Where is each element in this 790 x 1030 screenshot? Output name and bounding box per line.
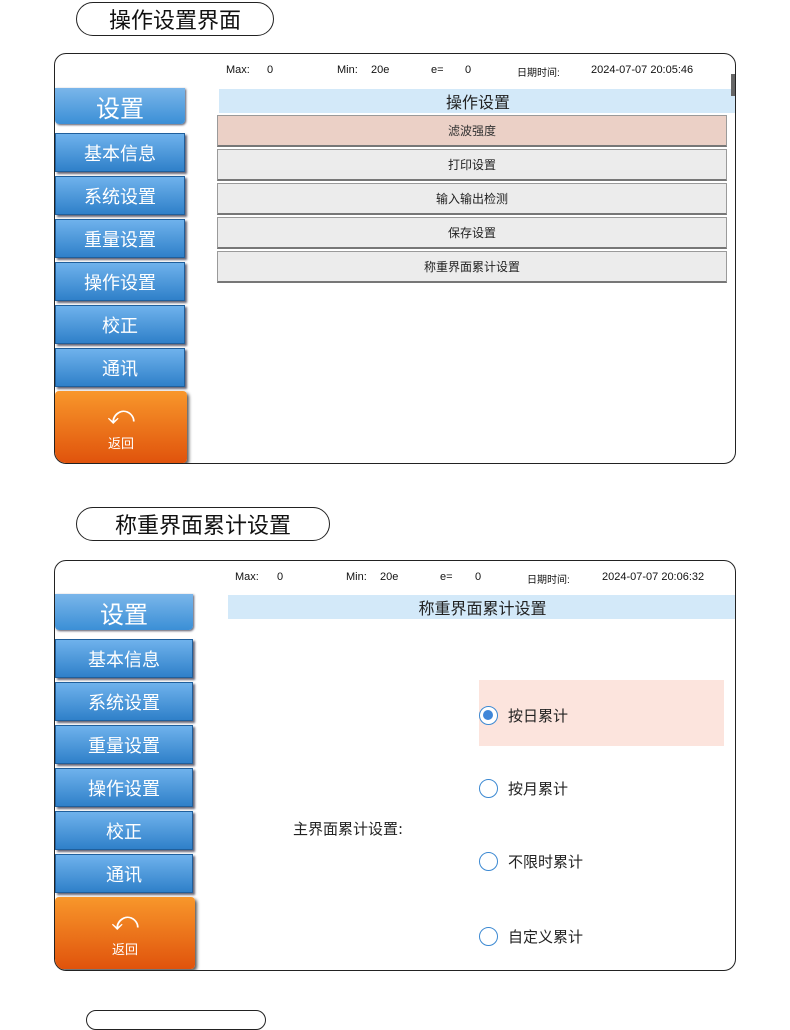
sidebar-title: 设置 xyxy=(55,594,193,630)
accumulate-settings-screen: Max: 0 Min: 20e e= 0 日期时间: 2024-07-07 20… xyxy=(54,560,736,971)
max-label: Max: xyxy=(235,571,259,583)
menu-item-io-test[interactable]: 输入输出检测 xyxy=(217,183,727,215)
back-button[interactable]: ⤺ 返回 xyxy=(55,391,187,463)
sidebar-item-communication[interactable]: 通讯 xyxy=(55,348,185,387)
radio-label: 按月累计 xyxy=(508,780,569,798)
min-value: 20e xyxy=(371,64,390,76)
sidebar-title: 设置 xyxy=(55,88,185,124)
status-bar: Max: 0 Min: 20e e= 0 日期时间: 2024-07-07 20… xyxy=(55,561,735,593)
radio-custom-accumulate[interactable]: 自定义累计 xyxy=(479,926,583,947)
min-value: 20e xyxy=(380,571,399,583)
radio-checked-icon xyxy=(479,706,498,725)
sidebar-item-system-settings[interactable]: 系统设置 xyxy=(55,176,185,215)
radio-monthly-accumulate[interactable]: 按月累计 xyxy=(479,778,568,799)
back-label: 返回 xyxy=(111,942,138,958)
e-value: 0 xyxy=(475,571,482,583)
e-label: e= xyxy=(431,64,444,76)
sidebar-item-basic-info[interactable]: 基本信息 xyxy=(55,133,185,172)
section1-title: 操作设置界面 xyxy=(76,2,274,36)
radio-unchecked-icon xyxy=(479,927,498,946)
sidebar-item-weight-settings[interactable]: 重量设置 xyxy=(55,725,193,764)
max-value: 0 xyxy=(277,571,284,583)
menu-item-filter-strength[interactable]: 滤波强度 xyxy=(217,115,727,147)
page-title: 操作设置 xyxy=(219,89,735,113)
back-button[interactable]: ⤺ 返回 xyxy=(55,897,195,969)
section2-title: 称重界面累计设置 xyxy=(76,507,330,541)
sidebar-item-system-settings[interactable]: 系统设置 xyxy=(55,682,193,721)
back-arrow-icon: ⤺ xyxy=(107,400,135,431)
menu-item-weighing-accumulate[interactable]: 称重界面累计设置 xyxy=(217,251,727,283)
sidebar-item-calibration[interactable]: 校正 xyxy=(55,305,185,344)
menu-item-print-settings[interactable]: 打印设置 xyxy=(217,149,727,181)
max-label: Max: xyxy=(226,64,250,76)
page-title: 称重界面累计设置 xyxy=(228,595,735,619)
back-label: 返回 xyxy=(107,436,134,452)
min-label: Min: xyxy=(346,571,367,583)
scroll-edge xyxy=(731,74,735,96)
radio-unchecked-icon xyxy=(479,779,498,798)
status-bar: Max: 0 Min: 20e e= 0 日期时间: 2024-07-07 20… xyxy=(55,54,735,86)
sidebar-item-calibration[interactable]: 校正 xyxy=(55,811,193,850)
radio-label: 按日累计 xyxy=(508,707,569,725)
sidebar-item-weight-settings[interactable]: 重量设置 xyxy=(55,219,185,258)
sidebar-item-communication[interactable]: 通讯 xyxy=(55,854,193,893)
radio-label: 不限时累计 xyxy=(508,853,584,871)
back-arrow-icon: ⤺ xyxy=(111,906,139,937)
menu-item-save-settings[interactable]: 保存设置 xyxy=(217,217,727,249)
section3-title-partial xyxy=(86,1010,266,1030)
e-value: 0 xyxy=(465,64,472,76)
min-label: Min: xyxy=(337,64,358,76)
datetime-label: 日期时间: xyxy=(527,575,570,586)
e-label: e= xyxy=(440,571,453,583)
radio-unchecked-icon xyxy=(479,852,498,871)
radio-label: 自定义累计 xyxy=(508,928,584,946)
radio-unlimited-accumulate[interactable]: 不限时累计 xyxy=(479,851,583,872)
operation-settings-screen: Max: 0 Min: 20e e= 0 日期时间: 2024-07-07 20… xyxy=(54,53,736,464)
radio-daily-accumulate[interactable]: 按日累计 xyxy=(479,705,568,726)
datetime-label: 日期时间: xyxy=(517,68,560,79)
datetime-value: 2024-07-07 20:05:46 xyxy=(591,64,694,76)
datetime-value: 2024-07-07 20:06:32 xyxy=(602,571,705,583)
sidebar-item-operation-settings[interactable]: 操作设置 xyxy=(55,768,193,807)
main-accumulate-label: 主界面累计设置: xyxy=(293,820,404,838)
sidebar-item-basic-info[interactable]: 基本信息 xyxy=(55,639,193,678)
sidebar-item-operation-settings[interactable]: 操作设置 xyxy=(55,262,185,301)
max-value: 0 xyxy=(267,64,274,76)
